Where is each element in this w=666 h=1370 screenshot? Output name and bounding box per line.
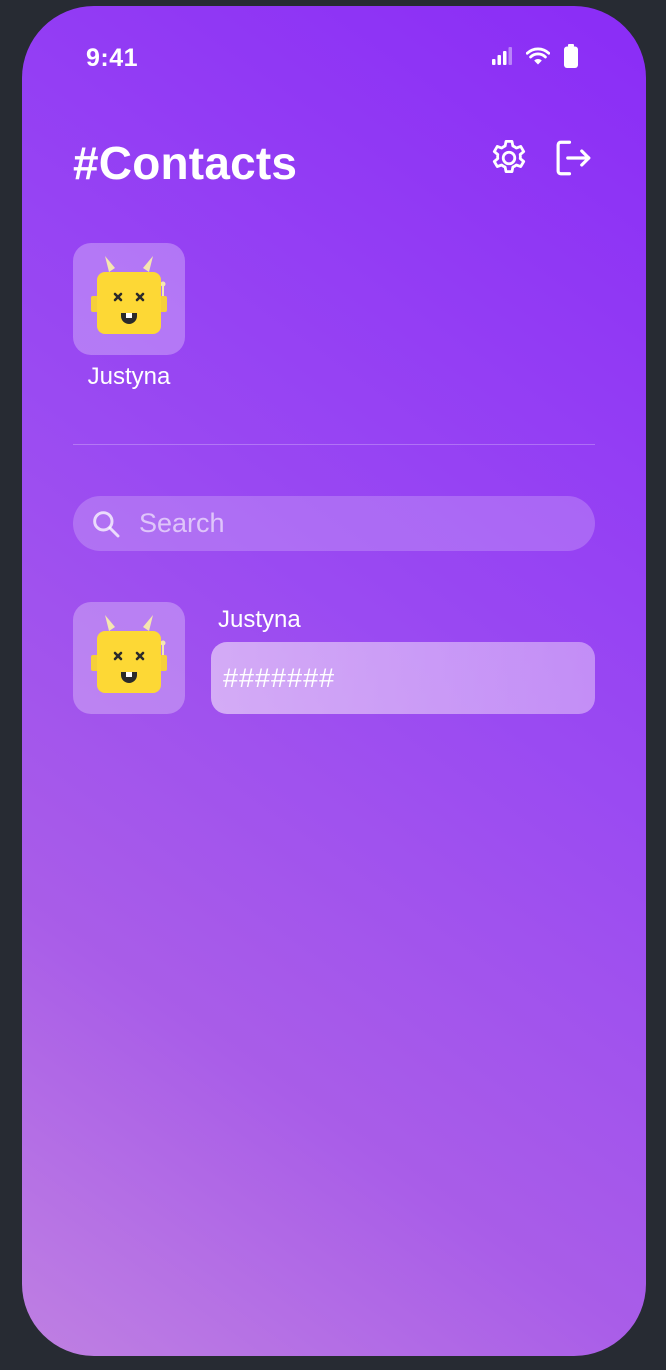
favorites-list: Justyna — [73, 243, 185, 391]
search-input[interactable] — [137, 495, 595, 552]
battery-icon — [564, 43, 578, 73]
favorite-contact[interactable]: Justyna — [73, 243, 185, 391]
header-actions — [487, 138, 595, 182]
contact-row[interactable]: Justyna ####### — [73, 602, 595, 714]
page-title: #Contacts — [73, 137, 298, 189]
status-bar: 9:41 — [22, 6, 646, 106]
status-icons — [492, 43, 578, 73]
gear-icon — [488, 137, 530, 184]
yellow-robot-avatar-icon — [83, 252, 175, 347]
yellow-robot-avatar-icon — [83, 611, 175, 706]
divider — [73, 444, 595, 445]
status-time: 9:41 — [86, 44, 139, 72]
wifi-icon — [525, 47, 551, 70]
logout-icon — [552, 137, 594, 184]
avatar — [73, 243, 185, 355]
logout-button[interactable] — [551, 138, 595, 182]
contact-code: ####### — [223, 662, 336, 693]
header: #Contacts — [73, 124, 595, 200]
search-icon — [89, 507, 123, 541]
phone-screen: 9:41 #Contacts Justyna Search Justyna ##… — [22, 6, 646, 1356]
search-bar[interactable] — [73, 495, 595, 552]
cellular-signal-icon — [492, 46, 512, 70]
settings-button[interactable] — [487, 138, 531, 182]
favorite-name: Justyna — [87, 363, 171, 390]
contact-code-field[interactable]: ####### — [211, 642, 595, 714]
avatar — [73, 602, 185, 714]
contact-name: Justyna — [218, 606, 301, 633]
